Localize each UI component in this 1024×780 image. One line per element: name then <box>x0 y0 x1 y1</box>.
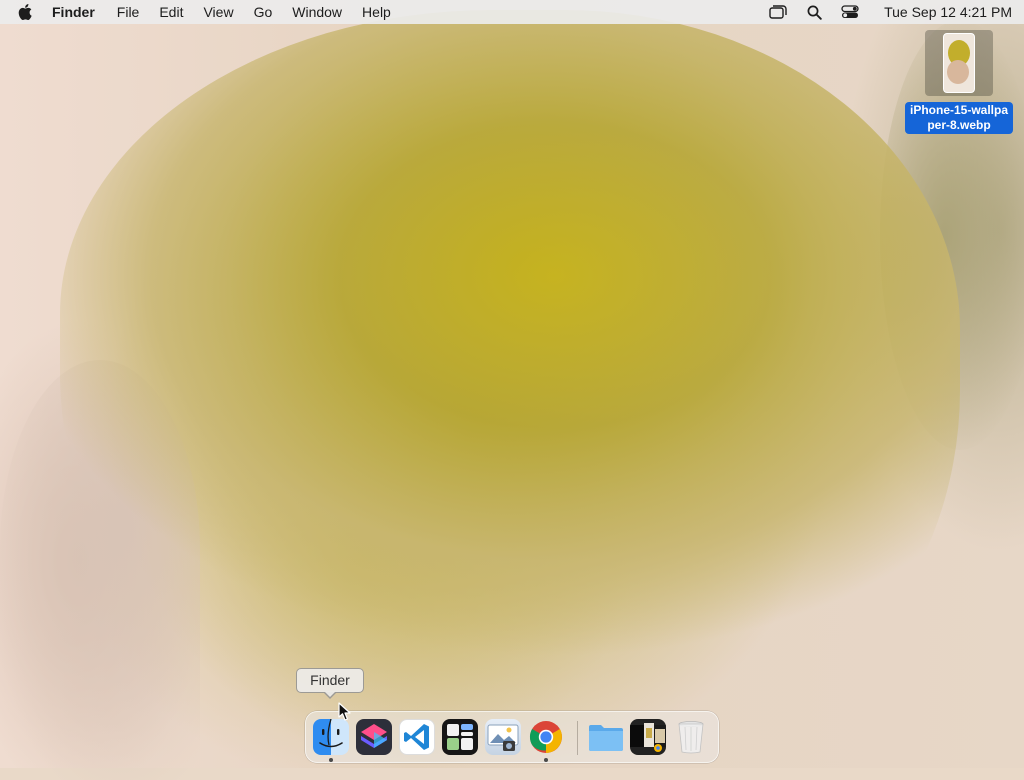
folder-icon <box>589 725 623 751</box>
running-indicator-finder <box>329 758 333 762</box>
control-center-icon[interactable] <box>840 3 860 21</box>
dock-item-shortcuts[interactable] <box>356 719 392 755</box>
screen-mirroring-icon[interactable] <box>768 3 788 21</box>
dock-item-chrome[interactable] <box>528 719 564 755</box>
shortcuts-icon <box>361 724 387 748</box>
dock-separator <box>577 721 578 755</box>
desktop-file-label: iPhone-15-wallpaper-8.webp <box>905 102 1013 134</box>
menu-bar: Finder File Edit View Go Window Help Tue… <box>0 0 1024 24</box>
desktop-file-icon[interactable]: iPhone-15-wallpaper-8.webp <box>900 30 1018 134</box>
desktop-wallpaper <box>0 0 1024 780</box>
menu-help[interactable]: Help <box>362 4 391 20</box>
menu-window[interactable]: Window <box>292 4 342 20</box>
finder-icon <box>319 719 343 748</box>
menu-bar-clock[interactable]: Tue Sep 12 4:21 PM <box>884 4 1012 20</box>
dock-item-stack[interactable] <box>630 719 666 755</box>
dock-item-folder[interactable] <box>587 719 623 755</box>
mouse-pointer-icon <box>338 702 351 721</box>
dock-tooltip: Finder <box>296 668 364 699</box>
dock <box>305 711 719 763</box>
trash-icon <box>678 721 704 754</box>
dock-item-finder[interactable] <box>313 719 349 755</box>
menu-edit[interactable]: Edit <box>159 4 183 20</box>
dock-item-vscode[interactable] <box>399 719 435 755</box>
image-thumbnail-icon <box>943 33 975 93</box>
file-thumbnail-frame <box>925 30 993 96</box>
dock-item-widgets[interactable] <box>442 719 478 755</box>
chrome-icon <box>529 721 562 753</box>
preview-icon <box>487 724 519 751</box>
menu-file[interactable]: File <box>117 4 140 20</box>
dock-item-preview[interactable] <box>485 719 521 755</box>
menu-view[interactable]: View <box>203 4 233 20</box>
running-indicator-chrome <box>544 758 548 762</box>
menu-go[interactable]: Go <box>254 4 273 20</box>
spotlight-search-icon[interactable] <box>804 3 824 21</box>
stack-icon <box>630 723 666 752</box>
menu-bar-status-area: Tue Sep 12 4:21 PM <box>768 3 1012 21</box>
apple-menu-icon[interactable] <box>18 4 38 20</box>
dock-item-trash[interactable] <box>673 719 709 755</box>
widgets-icon <box>447 724 473 750</box>
menu-app-finder[interactable]: Finder <box>52 4 95 20</box>
wallpaper-shape-main <box>60 10 960 770</box>
vscode-icon <box>404 724 429 750</box>
